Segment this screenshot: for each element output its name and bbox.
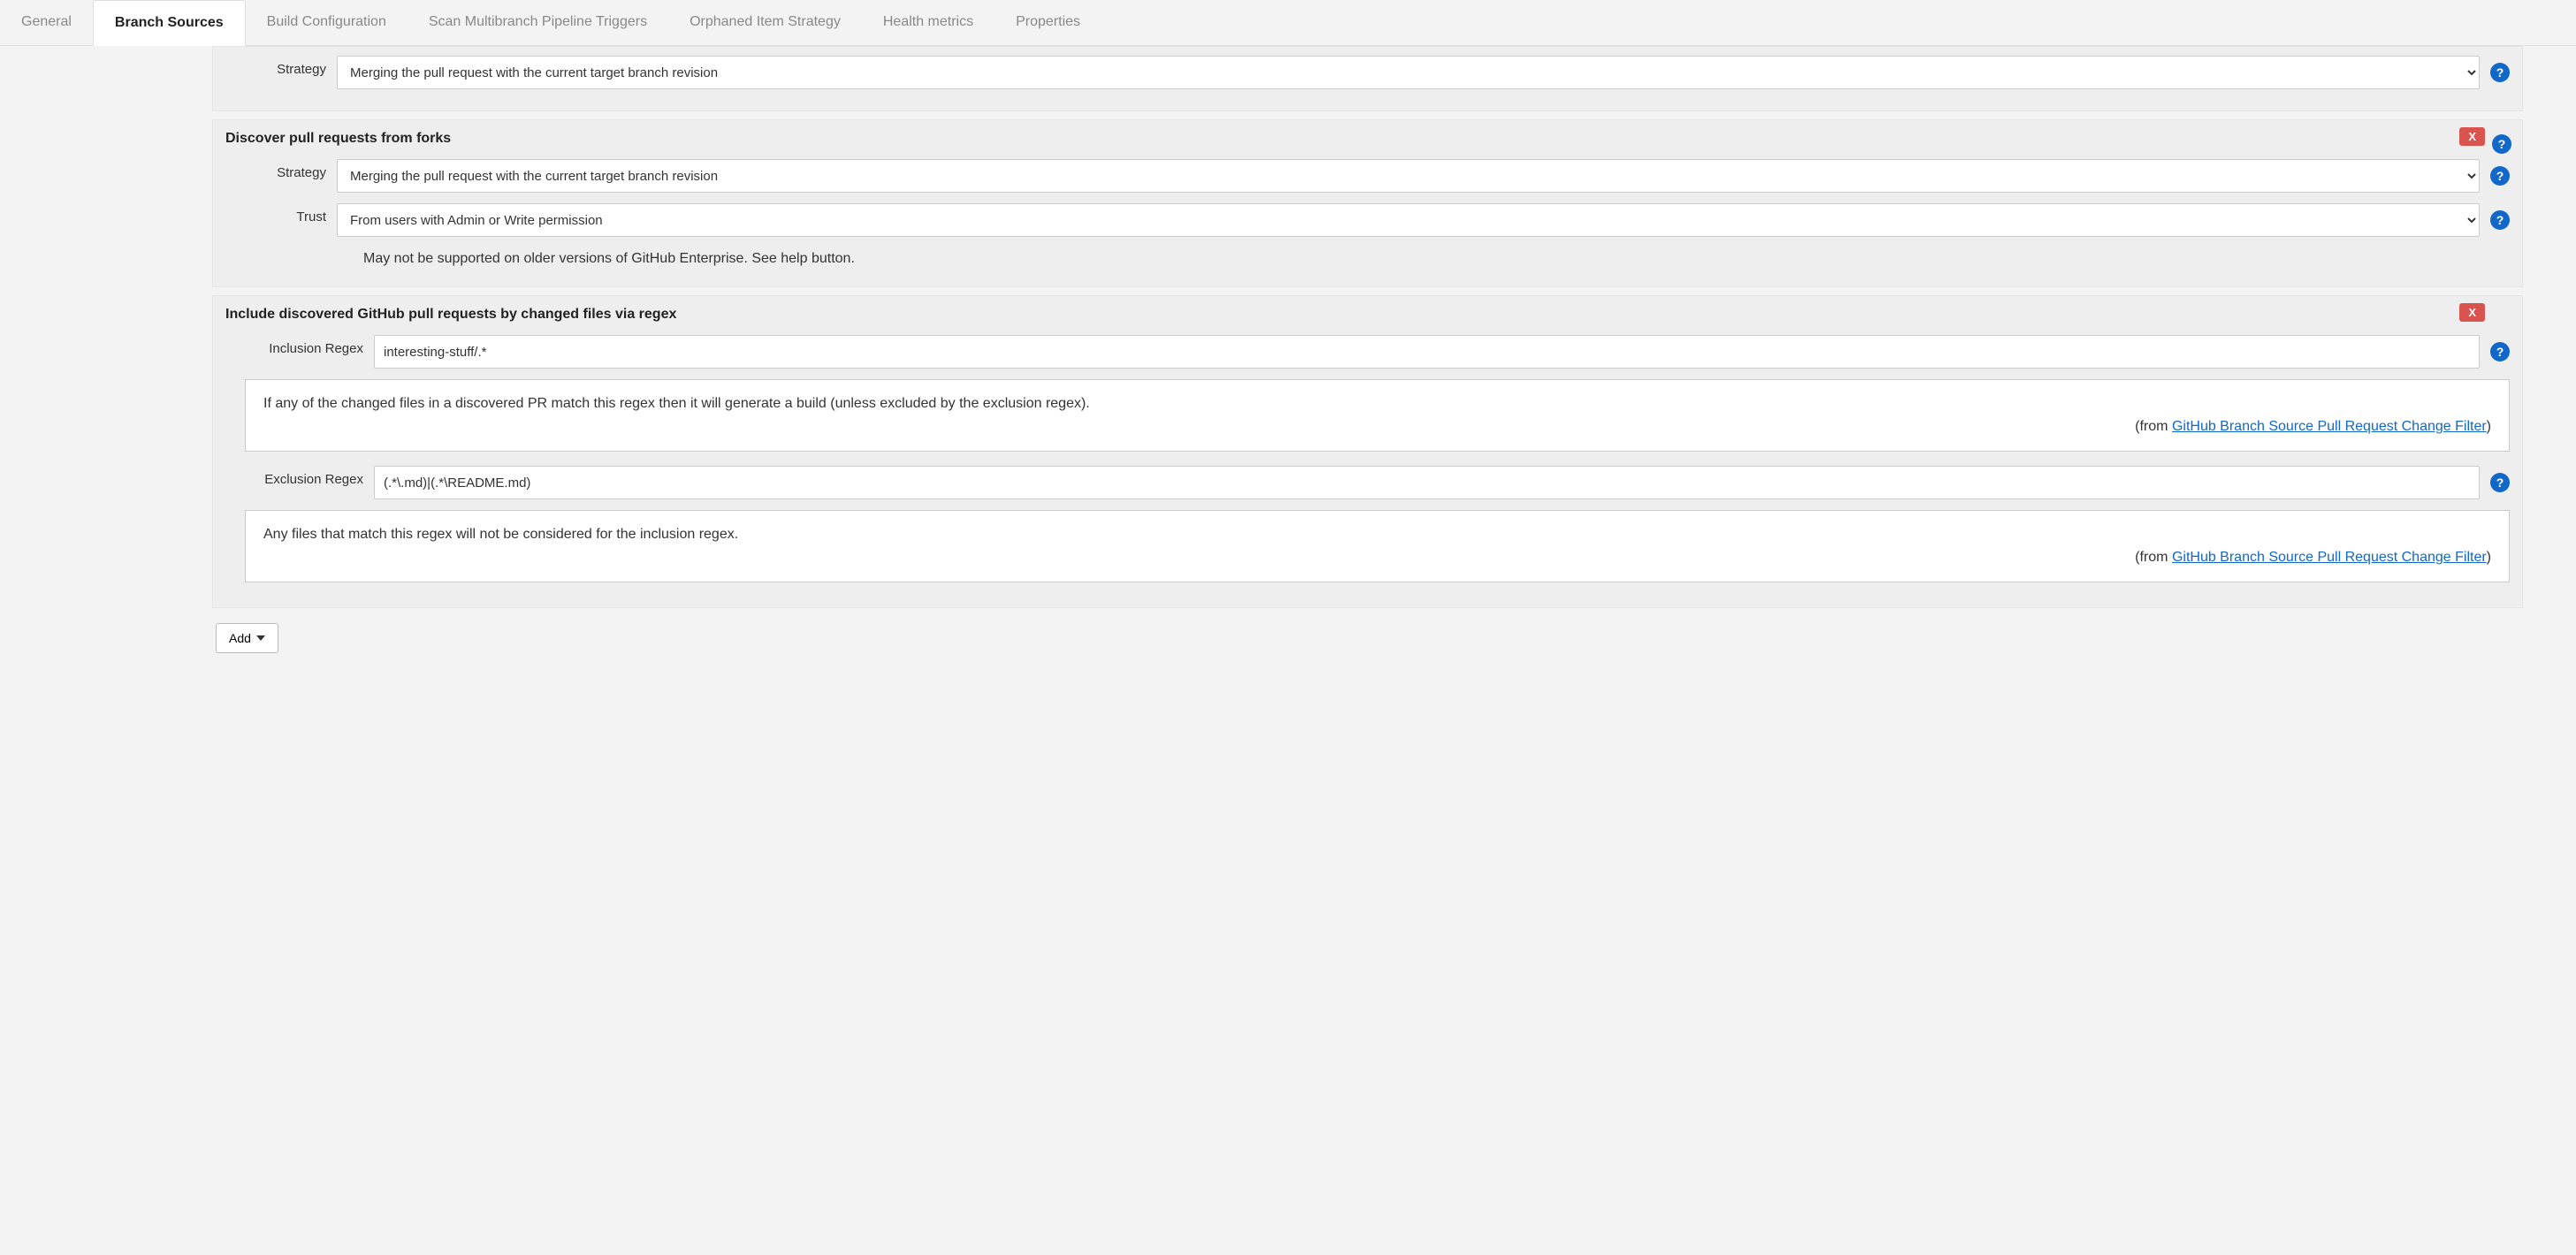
exclusion-regex-label: Exclusion Regex	[259, 466, 363, 487]
add-button-wrap: Add	[212, 616, 2523, 653]
strategy-select-forks[interactable]: Merging the pull request with the curren…	[337, 159, 2480, 193]
strategy-label: Strategy	[259, 56, 326, 77]
exclusion-desc-text: Any files that match this regex will not…	[263, 527, 2491, 543]
exclusion-desc-box: Any files that match this regex will not…	[245, 510, 2510, 582]
trust-select[interactable]: From users with Admin or Write permissio…	[337, 203, 2480, 237]
trust-label: Trust	[259, 203, 326, 224]
help-icon[interactable]: ?	[2492, 134, 2511, 154]
tab-general[interactable]: General	[0, 0, 93, 45]
section-title: Include discovered GitHub pull requests …	[213, 296, 2522, 330]
section-include-pr-regex: X Include discovered GitHub pull request…	[212, 295, 2523, 608]
inclusion-regex-label: Inclusion Regex	[259, 335, 363, 356]
delete-button[interactable]: X	[2459, 303, 2485, 322]
tab-properties[interactable]: Properties	[995, 0, 1101, 45]
inclusion-from: (from GitHub Branch Source Pull Request …	[263, 419, 2491, 435]
plugin-link[interactable]: GitHub Branch Source Pull Request Change…	[2172, 550, 2487, 565]
section-discover-pr-forks: X ? Discover pull requests from forks St…	[212, 119, 2523, 287]
tab-orphaned[interactable]: Orphaned Item Strategy	[668, 0, 862, 45]
plugin-link[interactable]: GitHub Branch Source Pull Request Change…	[2172, 419, 2487, 434]
tab-health[interactable]: Health metrics	[862, 0, 995, 45]
tab-build-config[interactable]: Build Configuration	[246, 0, 408, 45]
inclusion-desc-box: If any of the changed files in a discove…	[245, 379, 2510, 452]
section-discover-pr-origin: Strategy Merging the pull request with t…	[212, 46, 2523, 111]
strategy-label: Strategy	[259, 159, 326, 180]
tabs-bar: General Branch Sources Build Configurati…	[0, 0, 2576, 46]
help-icon[interactable]: ?	[2490, 166, 2510, 186]
help-icon[interactable]: ?	[2490, 473, 2510, 492]
chevron-down-icon	[256, 635, 265, 641]
add-button-label: Add	[229, 631, 251, 645]
help-icon[interactable]: ?	[2490, 63, 2510, 82]
help-icon[interactable]: ?	[2490, 210, 2510, 230]
add-button[interactable]: Add	[216, 623, 278, 653]
exclusion-from: (from GitHub Branch Source Pull Request …	[263, 550, 2491, 566]
tab-branch-sources[interactable]: Branch Sources	[93, 0, 246, 46]
help-icon[interactable]: ?	[2490, 342, 2510, 361]
section-title: Discover pull requests from forks	[213, 120, 2522, 154]
trust-hint: May not be supported on older versions o…	[213, 242, 2522, 270]
delete-button[interactable]: X	[2459, 127, 2485, 146]
exclusion-regex-input[interactable]	[374, 466, 2480, 499]
page-root: General Branch Sources Build Configurati…	[0, 0, 2576, 653]
inclusion-desc-text: If any of the changed files in a discove…	[263, 396, 2491, 412]
strategy-select-origin[interactable]: Merging the pull request with the curren…	[337, 56, 2480, 89]
inclusion-regex-input[interactable]	[374, 335, 2480, 369]
tab-scan-triggers[interactable]: Scan Multibranch Pipeline Triggers	[408, 0, 668, 45]
content-area: Strategy Merging the pull request with t…	[212, 46, 2523, 653]
